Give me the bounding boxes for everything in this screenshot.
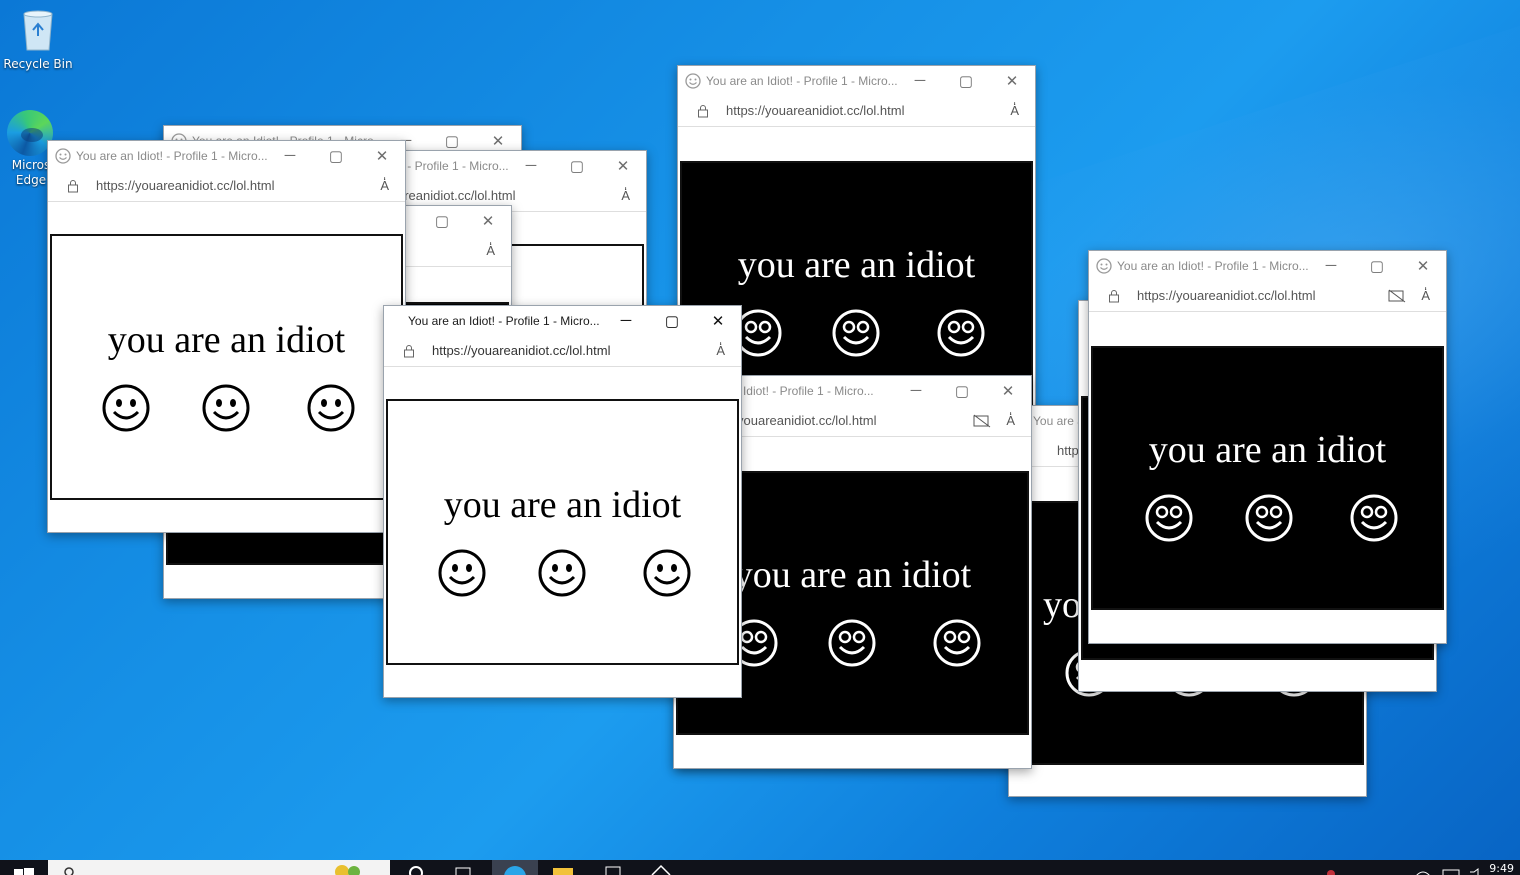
idiot-text: you are an idiot — [1148, 429, 1387, 471]
close-icon[interactable]: ✕ — [985, 376, 1031, 405]
read-aloud-icon[interactable]: A̒ — [1006, 413, 1015, 428]
lock-icon — [68, 179, 78, 192]
read-aloud-icon[interactable]: A̒ — [621, 188, 630, 203]
popup-window-active[interactable]: You are an Idiot! - Profile 1 - Micro...… — [383, 305, 742, 698]
close-icon[interactable]: ✕ — [695, 306, 741, 335]
page-content: you are an idiot — [1091, 346, 1444, 610]
smiley-icon — [933, 619, 981, 667]
smiley-icon — [1145, 494, 1193, 542]
smiley-icon — [102, 384, 150, 432]
url-text: https://youareanidiot.cc/lol.html — [726, 103, 905, 118]
cortana-icon[interactable] — [405, 862, 427, 875]
idiot-text: you are an idiot — [737, 244, 976, 286]
page-content: you are an idiot — [50, 234, 403, 500]
smiley-icon — [832, 309, 880, 357]
page-content: you are an idiot — [386, 399, 739, 665]
search-icon — [64, 867, 74, 875]
search-box[interactable] — [48, 860, 390, 875]
smiley-icon — [643, 549, 691, 597]
close-icon[interactable]: ✕ — [465, 206, 511, 235]
idiot-text: you are an idiot — [107, 319, 346, 361]
title-bar[interactable]: You are an Idiot! - Profile 1 - Micro...… — [678, 66, 1035, 95]
read-aloud-icon[interactable]: A̒ — [1421, 288, 1430, 303]
task-view-icon[interactable] — [452, 862, 474, 875]
windows-start-icon[interactable] — [14, 866, 34, 875]
minimize-icon[interactable]: ─ — [267, 141, 313, 170]
window-title: You are an Idiot! - Profile 1 - Micro... — [1117, 258, 1308, 273]
taskbar: 9:49 — [0, 860, 1520, 875]
maximize-icon[interactable]: ▢ — [419, 206, 465, 235]
minimize-icon[interactable]: ─ — [1308, 251, 1354, 280]
tray-app-icon[interactable] — [1320, 862, 1342, 875]
window-title: You are an Idiot! - Profile 1 - Micro... — [706, 73, 897, 88]
mail-icon[interactable] — [650, 862, 672, 875]
search-highlight-icon — [335, 865, 360, 875]
popup-window[interactable]: You are an Idiot! - Profile 1 - Micro...… — [47, 140, 406, 533]
smiley-icon — [828, 619, 876, 667]
smiley-icon — [307, 384, 355, 432]
popup-window[interactable]: You are an Idiot! - Profile 1 - Micro...… — [1088, 250, 1447, 644]
volume-icon[interactable] — [1466, 862, 1488, 875]
window-title: You are an Idiot! - Profile 1 - Micro... — [408, 313, 600, 328]
edge-taskbar-icon — [504, 866, 526, 875]
address-bar[interactable]: https://youareanidiot.cc/lol.html A̒ — [384, 335, 741, 367]
smiley-icon — [438, 549, 486, 597]
read-aloud-icon[interactable]: A̒ — [716, 343, 725, 358]
url-text: https://youareanidiot.cc/lol.html — [96, 178, 275, 193]
maximize-icon[interactable]: ▢ — [939, 376, 985, 405]
battery-icon[interactable] — [1440, 862, 1462, 875]
smiley-tab-icon — [55, 147, 71, 164]
title-bar[interactable]: You are an Idiot! - Profile 1 - Micro...… — [48, 141, 405, 170]
media-blocked-icon[interactable] — [972, 413, 992, 429]
lock-icon — [404, 344, 414, 357]
close-icon[interactable]: ✕ — [989, 66, 1035, 95]
title-bar[interactable]: You are an Idiot! - Profile 1 - Micro...… — [1089, 251, 1446, 280]
address-bar[interactable]: https://youareanidiot.cc/lol.html A̒ — [48, 170, 405, 202]
minimize-icon[interactable]: ─ — [603, 306, 649, 335]
clock[interactable]: 9:49 — [1489, 862, 1514, 875]
title-bar[interactable]: You are an Idiot! - Profile 1 - Micro...… — [384, 306, 741, 335]
smiley-icon — [538, 549, 586, 597]
idiot-text: you are an idiot — [443, 484, 682, 526]
media-blocked-icon[interactable] — [1387, 288, 1407, 304]
lock-icon — [698, 104, 708, 117]
smiley-icon — [202, 384, 250, 432]
maximize-icon[interactable]: ▢ — [554, 151, 600, 180]
smiley-tab-icon — [1096, 257, 1112, 274]
maximize-icon[interactable]: ▢ — [943, 66, 989, 95]
minimize-icon[interactable]: ─ — [508, 151, 554, 180]
minimize-icon[interactable]: ─ — [897, 66, 943, 95]
url-text: https://youareanidiot.cc/lol.html — [1137, 288, 1316, 303]
file-explorer-icon[interactable] — [552, 862, 574, 875]
recycle-bin-icon — [23, 10, 53, 51]
smiley-icon — [1350, 494, 1398, 542]
smiley-icon — [937, 309, 985, 357]
store-icon[interactable] — [602, 862, 624, 875]
address-bar[interactable]: https://youareanidiot.cc/lol.html A̒ — [678, 95, 1035, 127]
url-text: https://youareanidiot.cc/lol.html — [432, 343, 611, 358]
window-title: You are an Idiot! - Profile 1 - Micro... — [76, 148, 267, 163]
read-aloud-icon[interactable]: A̒ — [1010, 103, 1019, 118]
maximize-icon[interactable]: ▢ — [649, 306, 695, 335]
close-icon[interactable]: ✕ — [359, 141, 405, 170]
address-bar[interactable]: https://youareanidiot.cc/lol.html A̒ — [1089, 280, 1446, 312]
maximize-icon[interactable]: ▢ — [1354, 251, 1400, 280]
smiley-tab-icon — [685, 72, 701, 89]
minimize-icon[interactable]: ─ — [893, 376, 939, 405]
recycle-bin-label: Recycle Bin — [3, 57, 73, 71]
close-icon[interactable]: ✕ — [600, 151, 646, 180]
smiley-icon — [1245, 494, 1293, 542]
taskbar-edge-button[interactable] — [492, 860, 538, 875]
read-aloud-icon[interactable]: A̒ — [380, 178, 389, 193]
maximize-icon[interactable]: ▢ — [313, 141, 359, 170]
read-aloud-icon[interactable]: A̒ — [486, 243, 495, 258]
desktop: Recycle Bin Micros Edge You are an Idiot… — [0, 0, 1520, 860]
network-icon[interactable] — [1412, 862, 1434, 875]
recycle-bin-desktop-icon[interactable]: Recycle Bin — [0, 8, 76, 71]
close-icon[interactable]: ✕ — [1400, 251, 1446, 280]
lock-icon — [1109, 289, 1119, 302]
